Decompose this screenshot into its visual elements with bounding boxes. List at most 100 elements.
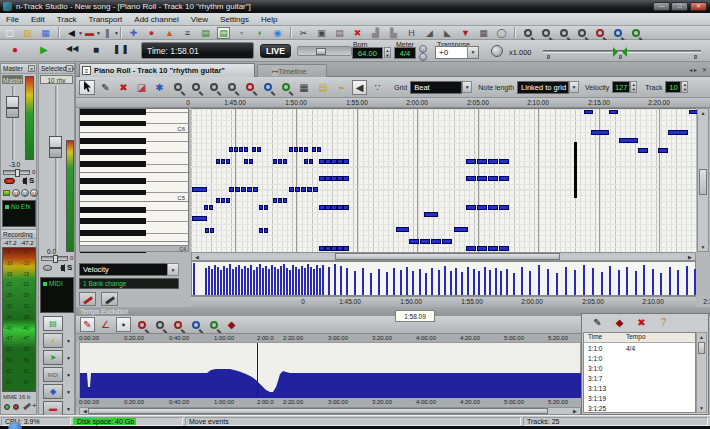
velocity-bar[interactable] bbox=[313, 269, 315, 295]
midi-note[interactable] bbox=[499, 205, 509, 210]
velocity-bar[interactable] bbox=[538, 265, 540, 295]
velocity-bar[interactable] bbox=[304, 268, 306, 295]
velocity-ruler[interactable]: 01:45.001:50.001:55.002:00.002:05.002:10… bbox=[191, 296, 696, 307]
velocity-bar[interactable] bbox=[208, 266, 210, 295]
velocity-bar[interactable] bbox=[406, 267, 408, 295]
velocity-bar[interactable] bbox=[652, 269, 654, 295]
midi-note[interactable] bbox=[278, 159, 282, 164]
track-tool-6[interactable]: ▬ bbox=[43, 401, 63, 416]
keys-toggle[interactable]: ▤ bbox=[315, 80, 331, 95]
zoom-sel-icon[interactable] bbox=[242, 80, 257, 95]
midi-note[interactable] bbox=[477, 159, 487, 164]
black-key[interactable] bbox=[80, 149, 146, 155]
track-mute-button[interactable] bbox=[43, 265, 52, 271]
meter-mode-icon[interactable] bbox=[3, 190, 10, 196]
velocity-bar[interactable] bbox=[328, 267, 330, 295]
meter-value[interactable]: 4/4 bbox=[394, 47, 416, 59]
loop-icon[interactable]: ◯ bbox=[495, 27, 508, 39]
midi-note[interactable] bbox=[204, 205, 208, 210]
velocity-bar[interactable] bbox=[307, 264, 309, 295]
green-led-icon[interactable] bbox=[4, 404, 10, 410]
metronome-icon[interactable] bbox=[419, 45, 427, 53]
midi-note[interactable] bbox=[221, 198, 225, 203]
draw-tool[interactable]: ✎ bbox=[98, 80, 113, 95]
notes-icon[interactable]: ∵ bbox=[370, 80, 385, 95]
tab-scroll-left-icon[interactable]: ◂ ▸ bbox=[689, 66, 697, 73]
track-value[interactable]: 10 bbox=[665, 81, 681, 93]
zoom-sel-icon[interactable] bbox=[593, 27, 606, 39]
audition-toggle[interactable]: ◀ bbox=[352, 80, 367, 95]
midi-note[interactable] bbox=[229, 187, 234, 192]
black-key[interactable] bbox=[80, 109, 146, 115]
midi-note[interactable] bbox=[273, 159, 277, 164]
velocity-bar[interactable] bbox=[431, 268, 433, 295]
velocity-bar[interactable] bbox=[298, 269, 300, 295]
midi-note[interactable] bbox=[252, 147, 256, 152]
midi-note[interactable] bbox=[235, 187, 240, 192]
midi-note[interactable] bbox=[343, 246, 349, 251]
mixer2-icon[interactable]: ▤ bbox=[217, 27, 230, 39]
punch-icon[interactable]: H bbox=[405, 27, 418, 39]
midi-note[interactable] bbox=[301, 187, 306, 192]
velocity-bar[interactable] bbox=[565, 267, 567, 295]
delete-icon[interactable]: ✖ bbox=[351, 27, 364, 39]
midi-note[interactable] bbox=[289, 147, 293, 152]
track-tool-4[interactable]: MIDI bbox=[43, 367, 63, 382]
midi-note[interactable] bbox=[259, 205, 263, 210]
delete-tempo-icon[interactable]: ✖ bbox=[634, 315, 649, 330]
line-velocity-tool[interactable] bbox=[101, 292, 118, 306]
velocity-bar[interactable] bbox=[362, 268, 364, 295]
velocity-bar[interactable] bbox=[283, 264, 285, 295]
velocity-bar[interactable] bbox=[217, 267, 219, 295]
tab-timeline[interactable]: ↦Timeline bbox=[257, 64, 327, 77]
track-pan-slider[interactable] bbox=[41, 256, 68, 261]
velocity-bar[interactable] bbox=[274, 267, 276, 295]
midi-note[interactable] bbox=[226, 198, 230, 203]
velocity-bar[interactable] bbox=[412, 271, 414, 295]
velocity-bar[interactable] bbox=[277, 269, 279, 295]
velocity-bar[interactable] bbox=[289, 270, 291, 295]
velocity-bar[interactable] bbox=[301, 266, 303, 295]
fade-out-icon[interactable]: ◣ bbox=[441, 27, 454, 39]
record-button[interactable]: ● bbox=[12, 44, 18, 55]
menu-add-channel[interactable]: Add channel bbox=[128, 13, 184, 26]
midi-note[interactable] bbox=[226, 159, 230, 164]
midi-note[interactable] bbox=[442, 239, 452, 244]
bpm-spinner[interactable]: ▲▼ bbox=[384, 47, 391, 58]
hand-icon[interactable]: ◗ bbox=[253, 27, 266, 39]
settings-wrench-icon[interactable] bbox=[23, 403, 31, 410]
velocity-bar[interactable] bbox=[438, 270, 440, 295]
midi-note[interactable] bbox=[477, 246, 487, 251]
note-length-select[interactable]: Linked to grid▼ bbox=[517, 81, 569, 94]
live-button[interactable]: LIVE bbox=[260, 44, 291, 58]
track-tool-3[interactable]: ➤ bbox=[43, 350, 63, 365]
midi-note[interactable] bbox=[309, 159, 313, 164]
velocity-bar[interactable] bbox=[455, 268, 457, 295]
piano-keyboard[interactable]: C6C5 bbox=[79, 108, 189, 252]
menu-edit[interactable]: Edit bbox=[25, 13, 51, 26]
velocity-bar[interactable] bbox=[235, 267, 237, 295]
midi-note[interactable] bbox=[424, 212, 438, 217]
midi-note[interactable] bbox=[499, 246, 509, 251]
chevron-down-icon[interactable]: ▼ bbox=[66, 355, 71, 361]
maximize-button[interactable]: □ bbox=[671, 2, 688, 11]
master-mute-button[interactable] bbox=[4, 178, 15, 184]
paste-icon[interactable]: ▤ bbox=[333, 27, 346, 39]
transpose-select[interactable]: +0▼ bbox=[435, 46, 479, 59]
track-fader[interactable] bbox=[49, 136, 62, 158]
zoom-h-icon[interactable]: ↔ bbox=[557, 27, 570, 39]
velocity-bar[interactable] bbox=[556, 273, 558, 295]
velocity-bar[interactable] bbox=[322, 265, 324, 295]
zoom-prev-icon[interactable] bbox=[629, 27, 642, 39]
velocity-bar[interactable] bbox=[354, 271, 356, 295]
midi-note[interactable] bbox=[283, 159, 287, 164]
midi-note[interactable] bbox=[192, 187, 207, 192]
close-button[interactable]: ✕ bbox=[690, 2, 707, 11]
velocity-bar[interactable] bbox=[259, 264, 261, 295]
midi-note[interactable] bbox=[244, 159, 248, 164]
time-ruler[interactable]: 01:45.001:50.001:55.002:00.002:05.002:10… bbox=[76, 98, 710, 108]
tempo-ruler-top[interactable]: 0:00.000:20.000:40.001:00.002:00.02:20.0… bbox=[76, 333, 581, 342]
midi-note[interactable] bbox=[247, 187, 252, 192]
save-icon[interactable]: ▦ bbox=[39, 27, 52, 39]
velocity-spinner[interactable]: ▲▼ bbox=[630, 81, 637, 93]
